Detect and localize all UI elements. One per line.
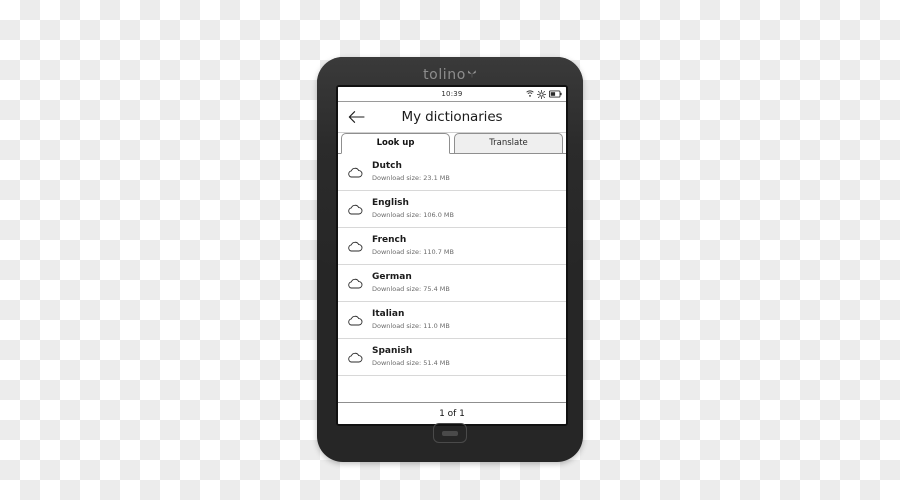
list-item[interactable]: French Download size: 110.7 MB <box>338 228 566 265</box>
home-button-bar <box>442 430 458 436</box>
language-name: French <box>372 235 407 245</box>
list-item-text: English Download size: 106.0 MB <box>366 198 560 220</box>
page-header: My dictionaries <box>338 102 566 133</box>
page-title: My dictionaries <box>401 109 503 125</box>
language-name: Dutch <box>372 161 402 171</box>
list-item-text: Dutch Download size: 23.1 MB <box>366 161 560 183</box>
brightness-icon <box>537 89 546 99</box>
list-item[interactable]: English Download size: 106.0 MB <box>338 191 566 228</box>
brand-wordmark: tolino <box>423 67 466 83</box>
download-size: Download size: 75.4 MB <box>372 285 450 293</box>
status-icons <box>526 87 562 101</box>
list-item-text: Spanish Download size: 51.4 MB <box>366 346 560 368</box>
list-item[interactable]: Spanish Download size: 51.4 MB <box>338 339 566 376</box>
pagination-footer: 1 of 1 <box>338 402 566 424</box>
download-size: Download size: 11.0 MB <box>372 322 450 330</box>
list-item[interactable]: Italian Download size: 11.0 MB <box>338 302 566 339</box>
cloud-download-icon <box>344 352 366 363</box>
back-arrow-icon[interactable] <box>347 108 365 126</box>
cloud-download-icon <box>344 315 366 326</box>
tab-bar: Look up Translate <box>338 133 566 154</box>
wifi-icon <box>526 90 534 98</box>
language-name: German <box>372 272 412 282</box>
tab-translate[interactable]: Translate <box>454 133 563 154</box>
cloud-download-icon <box>344 167 366 178</box>
butterfly-icon <box>467 66 477 78</box>
list-item-text: French Download size: 110.7 MB <box>366 235 560 257</box>
list-item[interactable]: Dutch Download size: 23.1 MB <box>338 154 566 191</box>
language-name: English <box>372 198 409 208</box>
list-item-text: Italian Download size: 11.0 MB <box>366 309 560 331</box>
status-bar: 10:39 <box>338 87 566 102</box>
tab-look-up[interactable]: Look up <box>341 133 450 154</box>
home-button[interactable] <box>433 423 467 443</box>
language-name: Spanish <box>372 346 413 356</box>
cloud-download-icon <box>344 278 366 289</box>
download-size: Download size: 23.1 MB <box>372 174 450 182</box>
device-brand: tolino <box>317 65 583 85</box>
list-item-text: German Download size: 75.4 MB <box>366 272 560 294</box>
list-item[interactable]: German Download size: 75.4 MB <box>338 265 566 302</box>
download-size: Download size: 106.0 MB <box>372 211 454 219</box>
ereader-device: tolino 10:39 My dictionaries Look up Tra… <box>317 57 583 462</box>
battery-icon <box>549 90 562 98</box>
cloud-download-icon <box>344 241 366 252</box>
dictionary-list: Dutch Download size: 23.1 MB English Dow… <box>338 154 566 402</box>
download-size: Download size: 51.4 MB <box>372 359 450 367</box>
ereader-screen: 10:39 My dictionaries Look up Translate … <box>336 85 568 426</box>
language-name: Italian <box>372 309 405 319</box>
download-size: Download size: 110.7 MB <box>372 248 454 256</box>
cloud-download-icon <box>344 204 366 215</box>
